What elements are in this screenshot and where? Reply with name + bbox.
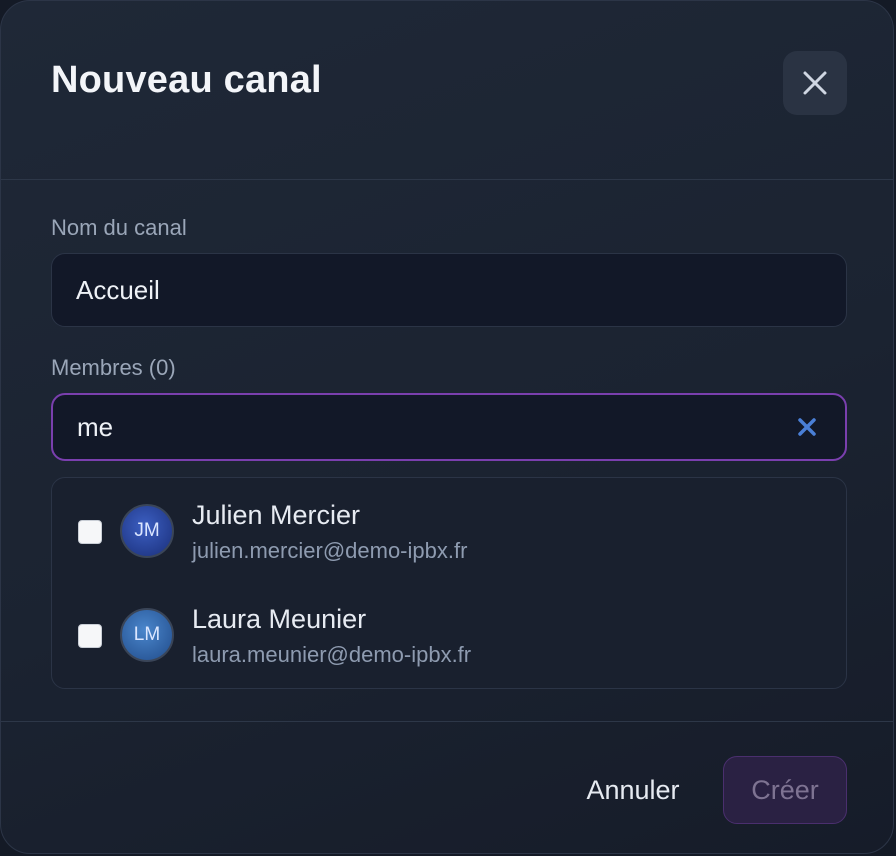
channel-name-label: Nom du canal — [51, 215, 187, 240]
member-search-input[interactable] — [77, 395, 757, 459]
dialog-footer: Annuler Créer — [1, 721, 893, 853]
close-button[interactable] — [783, 51, 847, 115]
member-name: Laura Meunier — [192, 604, 367, 634]
list-item[interactable]: JM Julien Mercier julien.mercier@demo-ip… — [52, 478, 846, 582]
channel-name-field[interactable] — [51, 253, 847, 327]
avatar: JM — [120, 504, 174, 558]
dialog-header: Nouveau canal — [1, 1, 893, 180]
members-label: Membres (0) — [51, 355, 176, 380]
member-checkbox[interactable] — [78, 624, 102, 648]
create-button[interactable]: Créer — [723, 756, 847, 824]
member-checkbox[interactable] — [78, 520, 102, 544]
clear-x-icon[interactable] — [795, 415, 819, 439]
close-icon — [803, 71, 827, 95]
member-search-field[interactable] — [51, 393, 847, 461]
cancel-button[interactable]: Annuler — [573, 758, 693, 822]
list-item[interactable]: LM Laura Meunier laura.meunier@demo-ipbx… — [52, 582, 846, 686]
avatar: LM — [120, 608, 174, 662]
channel-name-input[interactable] — [76, 254, 756, 326]
member-results-list: JM Julien Mercier julien.mercier@demo-ip… — [51, 477, 847, 689]
new-channel-dialog: Nouveau canal Nom du canal Membres (0) J… — [0, 0, 894, 854]
member-email: laura.meunier@demo-ipbx.fr — [192, 642, 472, 667]
member-name: Julien Mercier — [192, 500, 361, 530]
dialog-title: Nouveau canal — [51, 59, 322, 101]
member-email: julien.mercier@demo-ipbx.fr — [192, 538, 468, 563]
